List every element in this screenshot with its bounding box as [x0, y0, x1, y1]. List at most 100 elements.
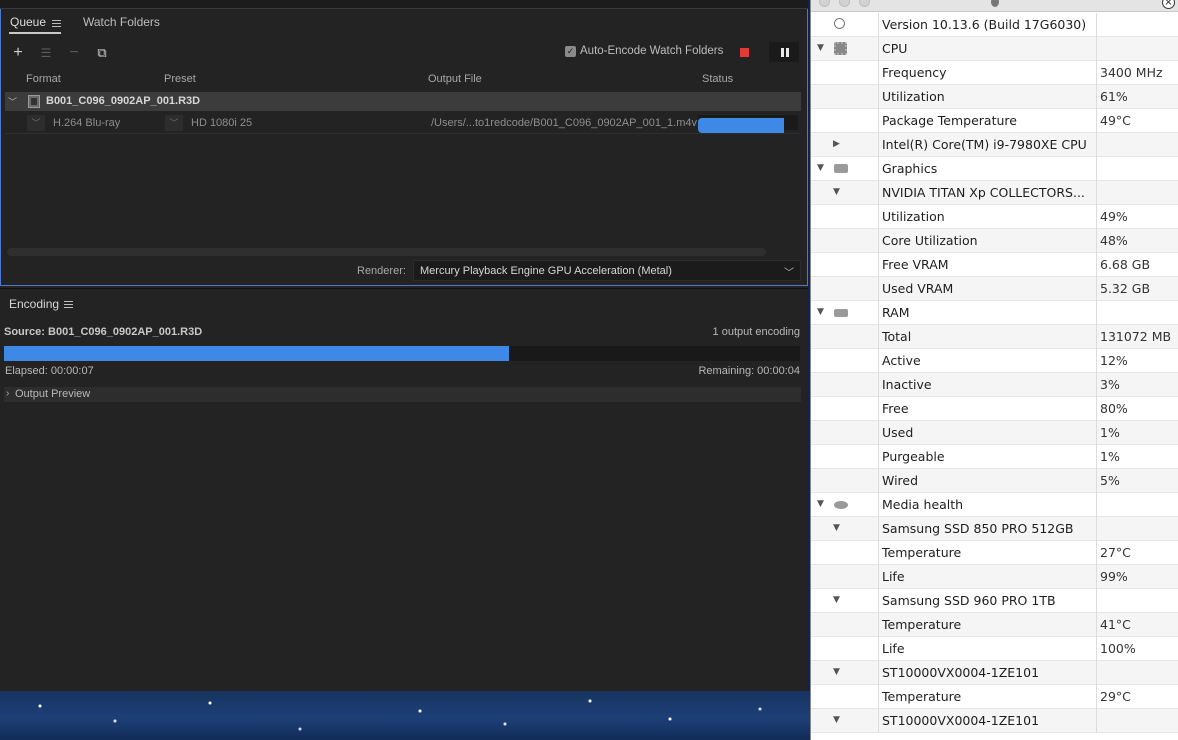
stats-row-value: 49°C — [1100, 113, 1131, 128]
stats-row[interactable]: ▼ Samsung SSD 850 PRO 512GB — [811, 517, 1178, 541]
stats-row[interactable]: Life 99% — [811, 565, 1178, 589]
stats-row-label: Life — [882, 641, 905, 656]
window-minimize-light[interactable] — [839, 0, 850, 7]
stats-row-col1 — [811, 325, 879, 349]
remove-icon[interactable]: − — [66, 45, 82, 61]
stats-row[interactable]: ▼ ST10000VX0004-1ZE101 — [811, 661, 1178, 685]
col-preset[interactable]: Preset — [164, 73, 196, 85]
stats-row-label: Version 10.13.6 (Build 17G6030) — [882, 17, 1087, 32]
stats-row[interactable]: ▶ Intel(R) Core(TM) i9-7980XE CPU — [811, 133, 1178, 157]
stats-row[interactable]: ▼ CPU — [811, 37, 1178, 61]
renderer-select[interactable]: Mercury Playback Engine GPU Acceleration… — [413, 260, 801, 281]
stats-row-label: CPU — [882, 41, 908, 56]
queue-output-row[interactable]: ﹀ H.264 Blu-ray ﹀ HD 1080i 25 /Users/...… — [5, 112, 801, 134]
disclosure-open-icon[interactable]: ▼ — [833, 523, 840, 533]
queue-horizontal-scrollbar[interactable] — [7, 248, 766, 256]
stats-row[interactable]: ▼ ST10000VX0004-1ZE101 — [811, 709, 1178, 733]
auto-encode-label: Auto-Encode Watch Folders — [580, 45, 724, 57]
stats-row[interactable]: Utilization 61% — [811, 85, 1178, 109]
format-dropdown[interactable]: ﹀ — [27, 115, 45, 131]
pause-queue-button[interactable] — [769, 42, 799, 62]
stats-row-label: Purgeable — [882, 449, 945, 464]
output-file-path[interactable]: /Users/...to1redcode/B001_C096_0902AP_00… — [431, 117, 697, 129]
stats-row-col1 — [811, 13, 879, 37]
stats-row-label: Used — [882, 425, 914, 440]
window-zoom-light[interactable] — [859, 0, 870, 7]
stats-row[interactable]: Free 80% — [811, 397, 1178, 421]
tab-queue-underline — [9, 32, 61, 34]
renderer-value: Mercury Playback Engine GPU Acceleration… — [420, 265, 672, 277]
stats-row[interactable]: Used VRAM 5.32 GB — [811, 277, 1178, 301]
stats-row[interactable]: Purgeable 1% — [811, 445, 1178, 469]
queue-menu-icon[interactable] — [52, 20, 61, 28]
disclosure-open-icon[interactable]: ▼ — [817, 43, 824, 53]
output-preview-toggle[interactable]: › Output Preview — [4, 387, 801, 402]
chevron-down-icon[interactable]: ﹀ — [8, 95, 17, 108]
stats-row-label: Utilization — [882, 209, 945, 224]
stats-row-label: Temperature — [882, 545, 962, 560]
stats-row[interactable]: Used 1% — [811, 421, 1178, 445]
output-preset[interactable]: HD 1080i 25 — [191, 117, 252, 129]
stats-row[interactable]: ▼ RAM — [811, 301, 1178, 325]
stats-row-value: 5% — [1100, 473, 1120, 488]
auto-encode-checkbox[interactable]: ✓ — [565, 46, 576, 57]
stats-row-label: Total — [882, 329, 912, 344]
disclosure-open-icon[interactable]: ▼ — [833, 667, 840, 677]
stats-row[interactable]: ▼ NVIDIA TITAN Xp COLLECTORS... — [811, 181, 1178, 205]
stats-row[interactable]: Total 131072 MB — [811, 325, 1178, 349]
stats-row[interactable]: Frequency 3400 MHz — [811, 61, 1178, 85]
stats-row[interactable]: Utilization 49% — [811, 205, 1178, 229]
stats-row[interactable]: ▼ Samsung SSD 960 PRO 1TB — [811, 589, 1178, 613]
duplicate-icon[interactable]: ⧉ — [94, 45, 110, 61]
col-format[interactable]: Format — [26, 73, 61, 85]
col-output-file[interactable]: Output File — [428, 73, 482, 85]
stats-row[interactable]: Free VRAM 6.68 GB — [811, 253, 1178, 277]
remaining-time: Remaining: 00:00:04 — [698, 365, 800, 377]
stats-row[interactable]: Core Utilization 48% — [811, 229, 1178, 253]
stats-row[interactable]: Version 10.13.6 (Build 17G6030) — [811, 13, 1178, 37]
stats-row-label: RAM — [882, 305, 910, 320]
disclosure-open-icon[interactable]: ▼ — [817, 163, 824, 173]
tab-watch-folders[interactable]: Watch Folders — [83, 15, 160, 29]
tab-queue[interactable]: Queue — [10, 15, 46, 29]
stats-row[interactable]: Life 100% — [811, 637, 1178, 661]
stats-row-col1 — [811, 181, 879, 205]
disclosure-open-icon[interactable]: ▼ — [833, 187, 840, 197]
disclosure-open-icon[interactable]: ▼ — [833, 595, 840, 605]
stats-row[interactable]: Temperature 41°C — [811, 613, 1178, 637]
disclosure-closed-icon[interactable]: ▶ — [833, 139, 840, 149]
stats-row[interactable]: Temperature 29°C — [811, 685, 1178, 709]
stats-row-label: Free — [882, 401, 909, 416]
stats-row[interactable]: Inactive 3% — [811, 373, 1178, 397]
stats-row-value: 12% — [1100, 353, 1128, 368]
disclosure-open-icon[interactable]: ▼ — [817, 499, 824, 509]
stats-row-label: Media health — [882, 497, 964, 512]
stats-row-col1 — [811, 61, 879, 85]
stats-row[interactable]: Wired 5% — [811, 469, 1178, 493]
settings-sliders-icon[interactable]: ☰ — [38, 45, 54, 61]
stats-row-col1 — [811, 229, 879, 253]
disclosure-open-icon[interactable]: ▼ — [833, 715, 840, 725]
queue-tabbar: Queue Watch Folders — [1, 9, 807, 35]
add-source-icon[interactable]: + — [10, 45, 26, 61]
stats-row[interactable]: Package Temperature 49°C — [811, 109, 1178, 133]
stop-queue-button[interactable] — [740, 48, 749, 57]
output-format[interactable]: H.264 Blu-ray — [53, 117, 120, 129]
stats-row[interactable]: ▼ Graphics — [811, 157, 1178, 181]
disclosure-open-icon[interactable]: ▼ — [817, 307, 824, 317]
stats-row-col1 — [811, 421, 879, 445]
queue-job-row[interactable]: ﹀ B001_C096_0902AP_001.R3D — [5, 92, 801, 111]
film-icon — [28, 95, 40, 108]
encoding-title[interactable]: Encoding — [9, 297, 59, 311]
encoding-menu-icon[interactable] — [64, 301, 73, 309]
close-icon[interactable]: × — [1162, 0, 1175, 9]
chevron-right-icon: › — [6, 388, 10, 399]
pin-icon[interactable] — [991, 0, 999, 7]
media-encoder-window: Queue Watch Folders + ☰ − ⧉ ✓ Auto-Encod… — [0, 0, 808, 691]
preset-dropdown[interactable]: ﹀ — [165, 115, 183, 131]
col-status[interactable]: Status — [702, 73, 733, 85]
stats-row[interactable]: ▼ Media health — [811, 493, 1178, 517]
stats-row[interactable]: Temperature 27°C — [811, 541, 1178, 565]
stats-row[interactable]: Active 12% — [811, 349, 1178, 373]
window-close-light[interactable] — [819, 0, 830, 7]
